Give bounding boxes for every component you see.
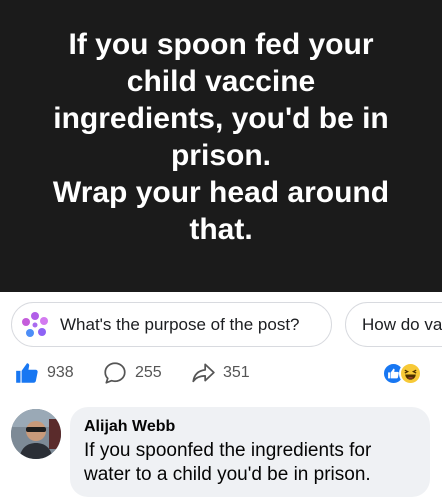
share-count: 351 [223, 364, 250, 381]
post-image[interactable]: If you spoon fed your child vaccine ingr… [0, 0, 442, 292]
suggestion-chip-purpose[interactable]: What's the purpose of the post? [11, 302, 332, 347]
share-arrow-icon [190, 360, 216, 386]
comment-count: 255 [135, 364, 162, 381]
post-image-text: If you spoon fed your child vaccine ingr… [52, 28, 390, 246]
reactions-bar: 938 255 351 [0, 356, 442, 392]
like-count-button[interactable]: 938 [14, 360, 74, 386]
share-count-button[interactable]: 351 [190, 360, 250, 386]
haha-reaction-icon [399, 362, 422, 385]
comment-bubble[interactable]: Alijah Webb If you spoonfed the ingredie… [70, 407, 430, 497]
comment-author-name[interactable]: Alijah Webb [84, 417, 416, 437]
comment-count-button[interactable]: 255 [102, 360, 162, 386]
reaction-summary[interactable] [382, 362, 428, 386]
comment-bubble-icon [102, 360, 128, 386]
thumbs-up-icon [14, 360, 40, 386]
suggestion-chip-how-do[interactable]: How do va [345, 302, 442, 347]
avatar[interactable] [11, 409, 61, 459]
suggestion-chips: What's the purpose of the post? How do v… [0, 292, 442, 356]
like-count: 938 [47, 364, 74, 381]
ai-sparkle-icon [20, 310, 50, 340]
comment-text: If you spoonfed the ingredients for wate… [84, 440, 372, 485]
suggestion-chip-label: How do va [362, 314, 442, 334]
suggestion-chip-label: What's the purpose of the post? [60, 314, 300, 334]
